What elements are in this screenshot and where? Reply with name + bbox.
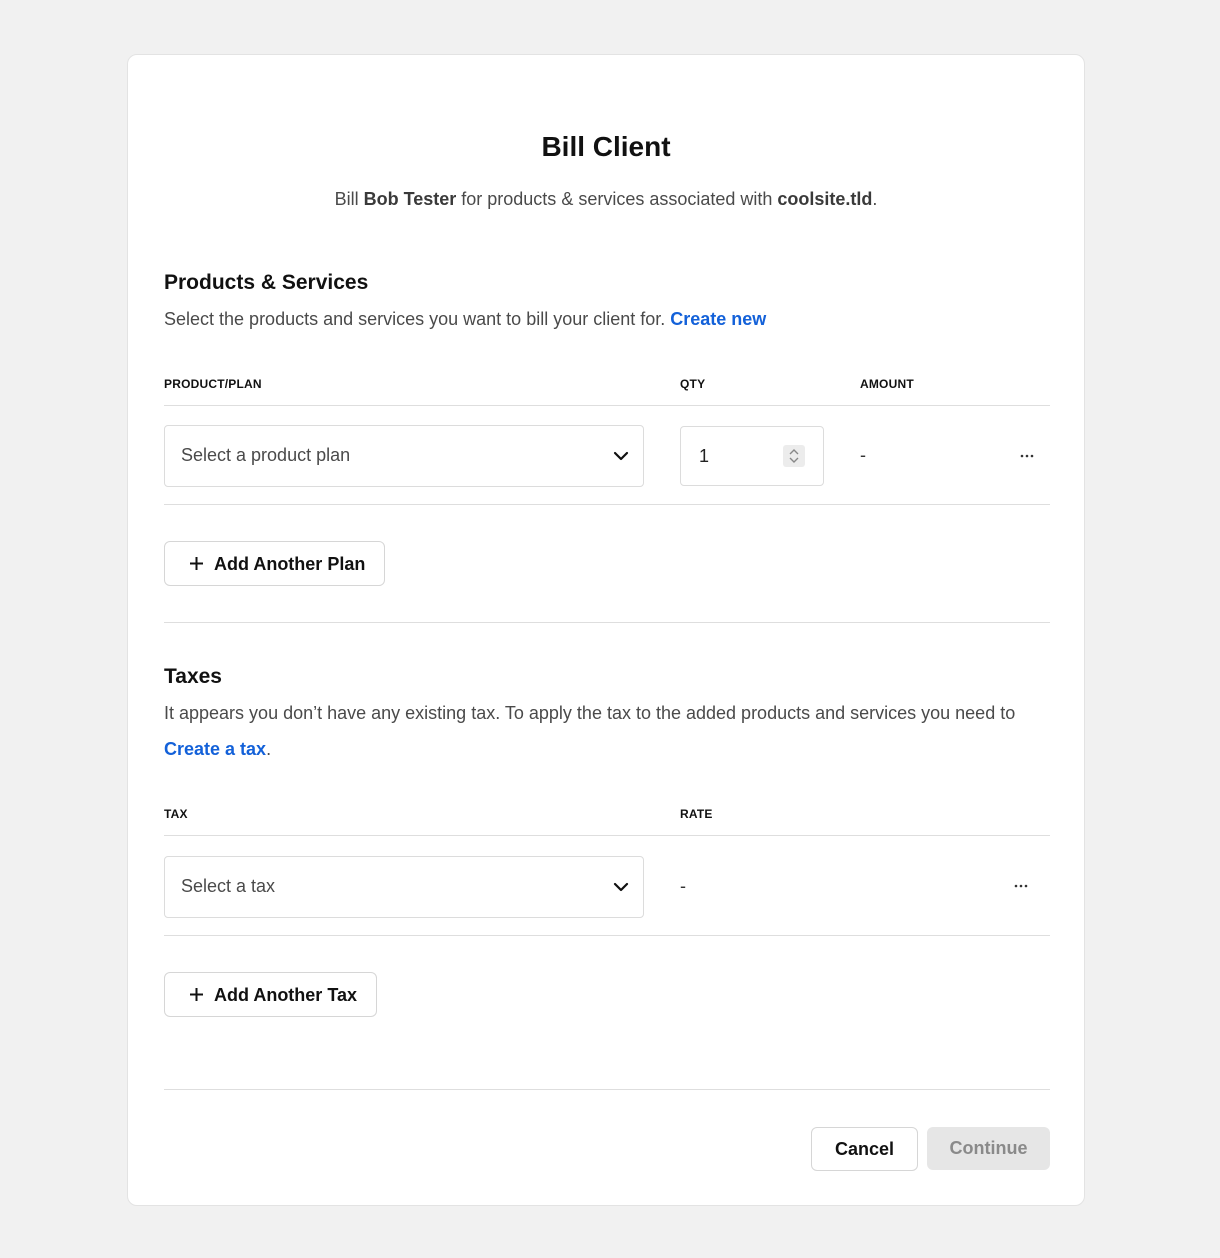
add-another-tax-button[interactable]: Add Another Tax — [164, 972, 377, 1017]
dialog-subtitle: Bill Bob Tester for products & services … — [128, 189, 1084, 210]
taxes-description-text: It appears you don’t have any existing t… — [164, 703, 1016, 723]
taxes-header-divider — [164, 835, 1050, 836]
continue-button[interactable]: Continue — [927, 1127, 1050, 1170]
subtitle-middle: for products & services associated with — [456, 189, 778, 209]
create-new-link[interactable]: Create new — [670, 309, 766, 329]
taxes-section-description: It appears you don’t have any existing t… — [164, 695, 1054, 767]
products-header-divider — [164, 405, 1050, 406]
taxes-description-end: . — [266, 739, 272, 759]
subtitle-prefix: Bill — [334, 189, 364, 209]
dialog-title: Bill Client — [541, 131, 671, 162]
plus-icon — [190, 557, 203, 570]
subtitle-suffix: . — [872, 189, 878, 209]
section-divider — [164, 622, 1050, 623]
plus-icon — [190, 988, 203, 1001]
amount-value: - — [860, 445, 866, 465]
column-header-rate: RATE — [680, 807, 713, 821]
footer-divider — [164, 1089, 1050, 1090]
tax-placeholder: Select a tax — [181, 876, 276, 896]
products-section-title: Products & Services — [164, 271, 369, 294]
taxes-section-title: Taxes — [164, 665, 222, 688]
product-plan-select[interactable]: Select a product plan — [164, 425, 644, 487]
client-name: Bob Tester — [363, 189, 457, 209]
add-another-tax-label: Add Another Tax — [214, 985, 357, 1005]
add-another-plan-label: Add Another Plan — [214, 554, 366, 574]
bill-client-dialog: Bill Client Bill Bob Tester for products… — [127, 54, 1085, 1206]
products-row-divider — [164, 504, 1050, 505]
products-description-text: Select the products and services you wan… — [164, 309, 671, 329]
column-header-tax: TAX — [164, 807, 188, 821]
product-plan-placeholder: Select a product plan — [181, 445, 351, 465]
more-horizontal-icon[interactable] — [1017, 449, 1037, 463]
more-horizontal-icon[interactable] — [1011, 879, 1031, 893]
add-another-plan-button[interactable]: Add Another Plan — [164, 541, 385, 586]
chevron-down-icon — [613, 451, 629, 461]
column-header-qty: QTY — [680, 377, 706, 391]
chevron-down-icon — [613, 882, 629, 892]
products-section-description: Select the products and services you wan… — [164, 301, 766, 337]
column-header-amount: AMOUNT — [860, 377, 914, 391]
site-domain: coolsite.tld — [777, 189, 873, 209]
tax-select[interactable]: Select a tax — [164, 856, 644, 918]
cancel-button[interactable]: Cancel — [811, 1127, 918, 1171]
rate-value: - — [680, 876, 686, 896]
taxes-row-divider — [164, 935, 1050, 936]
quantity-value: 1 — [699, 446, 710, 466]
quantity-stepper[interactable]: 1 — [680, 426, 824, 486]
create-tax-link[interactable]: Create a tax — [164, 739, 266, 759]
column-header-product-plan: PRODUCT/PLAN — [164, 377, 262, 391]
number-spinner-icon[interactable] — [783, 445, 805, 467]
